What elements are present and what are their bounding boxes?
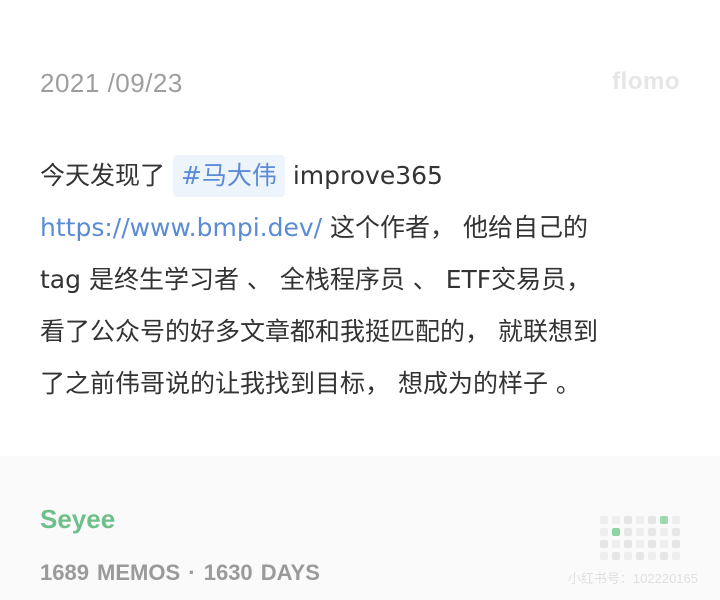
memo-date: 2021 /09/23 [40,68,183,98]
watermark-text: 小红书号：102220165 [567,571,698,586]
memo-line-2: https://www.bmpi.dev/ 这个作者， 他给自己的 [40,202,690,254]
memo-line-5: 了之前伟哥说的让我找到目标， 想成为的样子 。 [40,369,581,398]
memo-text: 今天发现了 [40,161,173,190]
memo-line-3: tag 是终生学习者 、 全栈程序员 、 ETF交易员， [40,265,592,294]
activity-heatmap [600,516,680,560]
flomo-logo: flomo [612,68,680,95]
memo-text: improve365 [284,161,443,190]
heatmap-cells [600,516,680,560]
memo-content: 今天发现了 #马大伟 improve365 https://www.bmpi.d… [40,150,690,410]
author-name: Seyee [40,504,116,534]
memo-line-4: 看了公众号的好多文章都和我挺匹配的， 就联想到 [40,317,598,346]
memo-stats: 1689 MEMOS · 1630 DAYS [40,560,320,585]
memo-card: 2021 /09/23 flomo 今天发现了 #马大伟 improve365 … [0,0,720,600]
memo-text: 这个作者， 他给自己的 [322,213,588,242]
hashtag[interactable]: #马大伟 [172,155,285,197]
memo-footer: Seyee 1689 MEMOS · 1630 DAYS 小红书号：102220… [0,456,720,600]
memo-link[interactable]: https://www.bmpi.dev/ [40,213,322,242]
memo-line-1: 今天发现了 #马大伟 improve365 [40,150,690,202]
